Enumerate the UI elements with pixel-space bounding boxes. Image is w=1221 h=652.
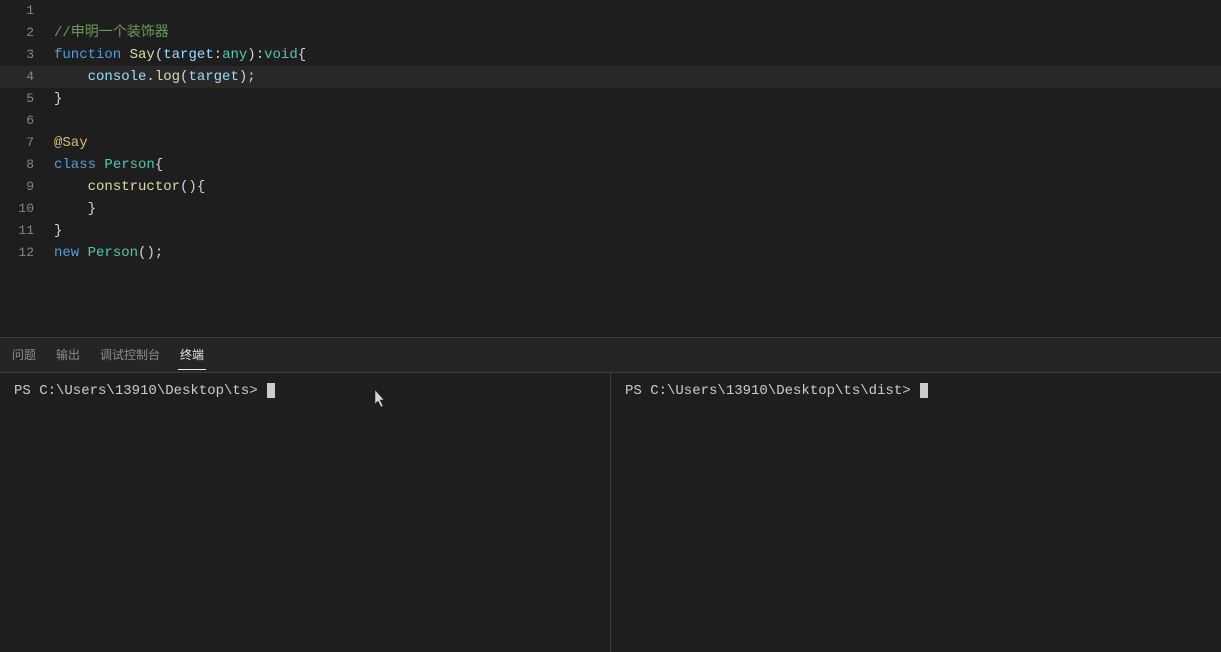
code-line-9: 9 constructor(){: [0, 176, 1221, 198]
tab-debug-console[interactable]: 调试控制台: [98, 340, 162, 370]
code-lines: 1 2 //申明一个装饰器 3 function Say(target:any)…: [0, 0, 1221, 264]
terminal-right-prompt: PS C:\Users\13910\Desktop\ts\dist>: [625, 383, 1207, 399]
code-line-7: 7 @Say: [0, 132, 1221, 154]
code-line-1: 1: [0, 0, 1221, 22]
terminal-area[interactable]: PS C:\Users\13910\Desktop\ts> PS C:\User…: [0, 372, 1221, 652]
terminal-left-cursor: [267, 383, 275, 398]
code-line-2: 2 //申明一个装饰器: [0, 22, 1221, 44]
terminal-right[interactable]: PS C:\Users\13910\Desktop\ts\dist>: [611, 373, 1221, 652]
code-editor[interactable]: 1 2 //申明一个装饰器 3 function Say(target:any)…: [0, 0, 1221, 337]
panel-tabs: 问题 输出 调试控制台 终端: [0, 337, 1221, 372]
code-line-4: 4 console.log(target);: [0, 66, 1221, 88]
tab-output[interactable]: 输出: [54, 340, 82, 370]
code-line-12: 12 new Person();: [0, 242, 1221, 264]
terminal-right-cursor: [920, 383, 928, 398]
code-line-11: 11 }: [0, 220, 1221, 242]
terminal-left-prompt: PS C:\Users\13910\Desktop\ts>: [14, 383, 596, 399]
code-line-3: 3 function Say(target:any):void{: [0, 44, 1221, 66]
tab-problems[interactable]: 问题: [10, 340, 38, 370]
code-line-5: 5 }: [0, 88, 1221, 110]
code-line-6: 6: [0, 110, 1221, 132]
tab-terminal[interactable]: 终端: [178, 340, 206, 370]
code-line-10: 10 }: [0, 198, 1221, 220]
code-line-8: 8 class Person{: [0, 154, 1221, 176]
terminal-left[interactable]: PS C:\Users\13910\Desktop\ts>: [0, 373, 611, 652]
